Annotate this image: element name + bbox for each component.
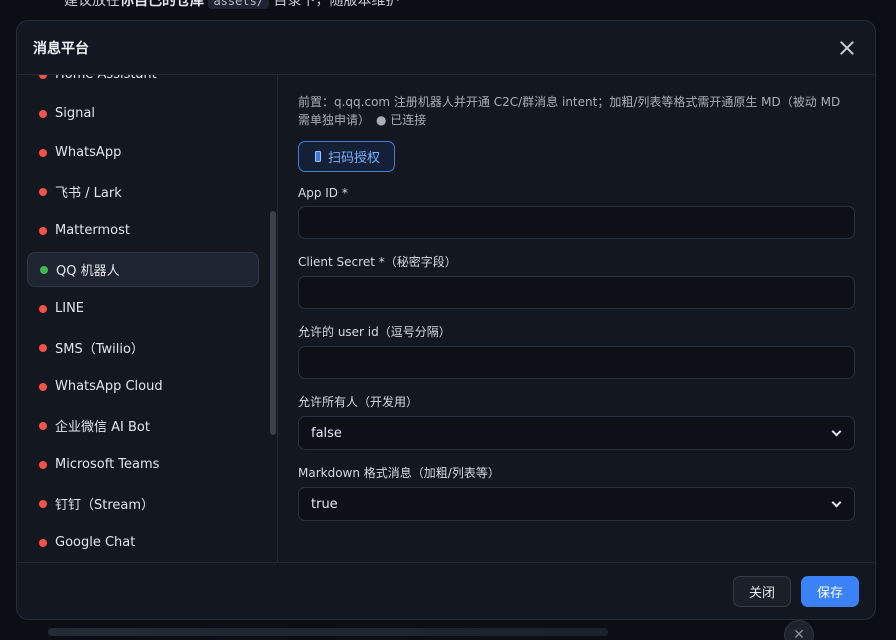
modal-header: 消息平台 — [17, 21, 875, 75]
save-button[interactable]: 保存 — [800, 575, 859, 607]
chevron-down-icon — [831, 497, 842, 507]
phone-icon — [315, 151, 321, 162]
allowed-users-label: 允许的 user id（逗号分隔） — [298, 325, 451, 339]
sidebar-item[interactable]: Signal — [27, 96, 259, 131]
status-dot-icon — [39, 499, 47, 508]
sidebar-item-label: SMS（Twilio） — [55, 342, 144, 357]
sidebar-item-label: WhatsApp — [55, 145, 122, 160]
sidebar-item[interactable]: Home Assistant — [27, 75, 259, 92]
client-secret-label: Client Secret *（秘密字段） — [298, 255, 457, 269]
chevron-down-icon — [831, 426, 842, 436]
sidebar-item[interactable]: SMS（Twilio） — [27, 330, 259, 365]
status-dot-icon — [39, 304, 47, 313]
sidebar-item[interactable]: 企业微信 AI Bot — [27, 408, 259, 443]
allow-all-select[interactable]: false — [298, 416, 855, 450]
sidebar-item-label: Microsoft Teams — [55, 457, 160, 472]
sidebar-item[interactable]: Mattermost — [27, 213, 259, 248]
status-dot-icon — [39, 109, 47, 118]
sidebar-item-label: Google Chat — [55, 535, 136, 550]
sidebar-item-label: 企业微信 AI Bot — [55, 420, 150, 435]
status-dot-icon — [39, 460, 47, 469]
status-dot-icon — [39, 343, 47, 352]
app-id-label: App ID * — [298, 186, 348, 200]
sidebar-item[interactable]: LINE — [27, 291, 259, 326]
sidebar-item[interactable]: Microsoft Teams — [27, 447, 259, 482]
status-dot-icon — [39, 538, 47, 547]
app-id-input[interactable] — [298, 206, 855, 239]
sidebar-item[interactable]: QQ 机器人 — [27, 252, 259, 287]
sidebar-item-label: LINE — [55, 301, 85, 316]
platform-list: Home Assistant Signal WhatsApp 飞书 / Lark Mat… — [27, 75, 259, 562]
modal-footer: 关闭 保存 — [17, 562, 875, 619]
status-dot-icon — [40, 265, 48, 274]
status-dot-icon — [39, 148, 47, 157]
sidebar-item[interactable]: WhatsApp Cloud — [27, 369, 259, 404]
close-button[interactable]: 关闭 — [732, 575, 791, 607]
sidebar-item-label: QQ 机器人 — [56, 264, 120, 279]
sidebar-item[interactable]: WhatsApp — [27, 135, 259, 170]
scan-auth-button[interactable]: 扫码授权 — [298, 141, 396, 172]
modal-body: Home Assistant Signal WhatsApp 飞书 / Lark Mat… — [17, 75, 875, 562]
status-dot-icon — [39, 75, 47, 79]
platform-settings: 前置：q.qq.com 注册机器人并开通 C2C/群消息 intent；加粗/列… — [278, 75, 875, 562]
markdown-select[interactable]: true — [298, 487, 855, 521]
sidebar-item[interactable]: 飞书 / Lark — [27, 174, 259, 209]
sidebar-item-label: 飞书 / Lark — [55, 186, 122, 201]
modal-title: 消息平台 — [33, 40, 89, 57]
markdown-label: Markdown 格式消息（加粗/列表等） — [298, 466, 500, 480]
sidebar-item-label: Home Assistant — [55, 75, 157, 82]
background-close-icon: ✕ — [784, 620, 814, 640]
status-dot-icon — [39, 187, 47, 196]
sidebar-item-label: WhatsApp Cloud — [55, 379, 163, 394]
status-dot-icon — [39, 226, 47, 235]
sidebar-scrollbar[interactable] — [270, 211, 276, 435]
platform-modal: 消息平台 Home Assistant Signal WhatsApp 飞书 / La… — [16, 20, 876, 620]
allowed-users-input[interactable] — [298, 346, 855, 379]
allow-all-label: 允许所有人（开发用） — [298, 395, 419, 409]
status-dot-icon — [39, 421, 47, 430]
close-icon[interactable] — [835, 36, 859, 60]
connection-status: ● 已连接 — [376, 113, 427, 127]
sidebar-item-label: Mattermost — [55, 223, 130, 238]
client-secret-input[interactable] — [298, 276, 855, 309]
sidebar-item-label: Signal — [55, 106, 95, 121]
sidebar-item[interactable]: 钉钉（Stream） — [27, 486, 259, 521]
background-text-line — [48, 628, 608, 636]
sidebar-item-label: 钉钉（Stream） — [55, 498, 155, 513]
setup-hint: 前置：q.qq.com 注册机器人并开通 C2C/群消息 intent；加粗/列… — [298, 95, 841, 127]
platform-sidebar: Home Assistant Signal WhatsApp 飞书 / Lark Mat… — [17, 75, 278, 562]
sidebar-item[interactable]: Google Chat — [27, 525, 259, 560]
status-dot-icon — [39, 382, 47, 391]
background-text: 建议放在你自己的仓库 assets/ 目录下，随版本维护 — [64, 0, 399, 10]
